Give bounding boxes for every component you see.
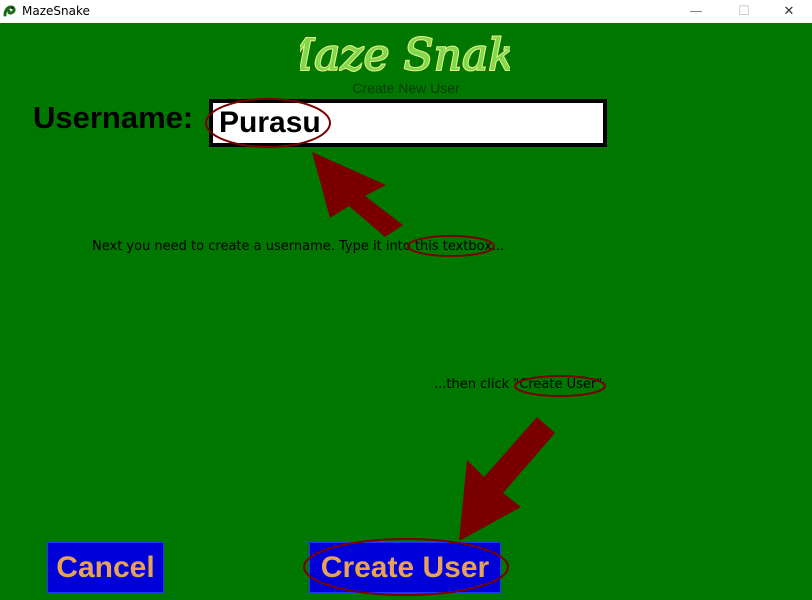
username-input[interactable] bbox=[209, 99, 607, 147]
snake-icon bbox=[3, 5, 16, 17]
arrow-down-left-icon bbox=[459, 417, 555, 541]
arrow-up-left-icon bbox=[312, 152, 403, 237]
tutorial-step1: Next you need to create a username. Type… bbox=[92, 239, 504, 254]
cancel-button[interactable]: Cancel bbox=[47, 542, 164, 593]
minimize-button[interactable]: — bbox=[673, 0, 719, 23]
close-button[interactable]: ✕ bbox=[766, 0, 812, 23]
tutorial-step2-text: ...then click bbox=[434, 377, 514, 392]
tutorial-step1-highlight: this textbox bbox=[414, 239, 492, 254]
tutorial-step2-highlight: "Create User" bbox=[513, 377, 603, 392]
username-label: Username: bbox=[33, 100, 194, 135]
create-user-button[interactable]: Create User bbox=[309, 542, 501, 593]
tutorial-step2: ...then click "Create User" bbox=[434, 377, 602, 392]
screen-subtitle: Create New User bbox=[352, 80, 460, 96]
tutorial-step1-ellipsis: ... bbox=[491, 239, 505, 254]
maximize-button[interactable]: ☐ bbox=[721, 0, 767, 23]
tutorial-step1-text: Next you need to create a username. Type… bbox=[92, 239, 415, 254]
maze-snake-logo: Maze Snake bbox=[300, 29, 510, 82]
window-titlebar[interactable]: MazeSnake — ☐ ✕ bbox=[0, 0, 812, 23]
logo-text: Maze Snake bbox=[300, 30, 510, 81]
window-title: MazeSnake bbox=[22, 4, 90, 18]
